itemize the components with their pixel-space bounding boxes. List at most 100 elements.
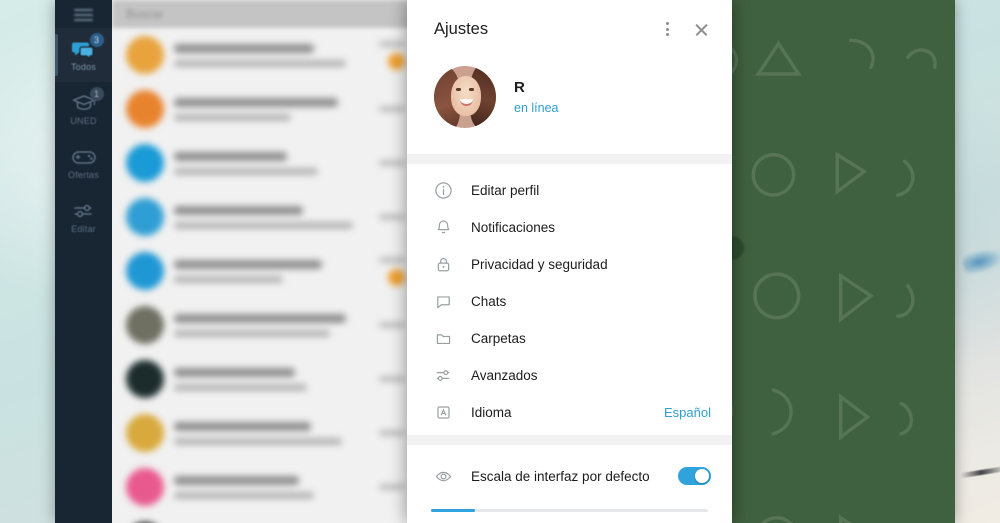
chat-list-item[interactable]	[112, 82, 417, 136]
language-a-icon	[431, 403, 455, 422]
folder-rail: 3 Todos 1 UNED Ofertas Editar	[55, 0, 112, 523]
chat-list-item[interactable]	[112, 298, 417, 352]
chat-avatar	[126, 90, 164, 128]
search-placeholder: Buscar	[126, 7, 164, 21]
gamepad-icon	[71, 146, 97, 168]
menu-item-label: Editar perfil	[471, 183, 540, 198]
chat-avatar	[126, 252, 164, 290]
chat-meta	[379, 376, 405, 382]
scale-slider-fill	[431, 509, 476, 512]
menu-item-avanzados[interactable]: Avanzados	[407, 357, 732, 394]
menu-item-value-idioma[interactable]: Español	[664, 405, 711, 420]
settings-dialog: Ajustes R en línea Editar perfil Notific…	[407, 0, 732, 523]
interface-scale-section: Escala de interfaz por defecto 100%125%1…	[407, 445, 732, 523]
chat-list-pane: Buscar	[112, 0, 417, 523]
chat-preview-text	[174, 97, 369, 121]
unread-badge	[388, 52, 405, 70]
menu-item-editar-perfil[interactable]: Editar perfil	[407, 172, 732, 209]
eye-icon	[431, 467, 455, 486]
folder-icon	[431, 329, 455, 348]
chat-bubble-icon	[431, 292, 455, 311]
chat-preview-text	[174, 475, 369, 499]
chat-list-item[interactable]	[112, 460, 417, 514]
chat-avatar	[126, 306, 164, 344]
settings-menu: Editar perfil Notificaciones Privacidad …	[407, 164, 732, 435]
chat-preview-text	[174, 259, 369, 283]
menu-item-carpetas[interactable]: Carpetas	[407, 320, 732, 357]
chat-list-item[interactable]	[112, 190, 417, 244]
chat-meta	[379, 214, 405, 220]
menu-item-label: Chats	[471, 294, 507, 309]
graduation-cap-icon: 1	[71, 87, 104, 114]
dialog-title: Ajustes	[434, 19, 489, 38]
sidebar-item-todos[interactable]: 3 Todos	[55, 28, 112, 82]
scale-slider[interactable]: 100%125%150%200%250%300%	[407, 493, 732, 523]
menu-item-label: Carpetas	[471, 331, 526, 346]
chat-avatar	[126, 360, 164, 398]
search-input[interactable]: Buscar	[112, 0, 417, 28]
sidebar-item-uned[interactable]: 1 UNED	[55, 82, 112, 136]
menu-item-label: Avanzados	[471, 368, 538, 383]
menu-item-notificaciones[interactable]: Notificaciones	[407, 209, 732, 246]
chat-avatar	[126, 468, 164, 506]
chat-avatar	[126, 414, 164, 452]
menu-item-chats[interactable]: Chats	[407, 283, 732, 320]
avatar	[434, 66, 496, 128]
telegram-window: 3 Todos 1 UNED Ofertas Editar Buscar Aju…	[55, 0, 955, 523]
profile-text: R en línea	[514, 79, 558, 115]
chat-meta	[379, 322, 405, 328]
unread-badge	[388, 268, 405, 286]
chat-meta	[379, 430, 405, 436]
chat-list-item[interactable]	[112, 406, 417, 460]
hamburger-menu-icon[interactable]	[55, 2, 112, 28]
chat-avatar	[126, 198, 164, 236]
menu-item-privacidad-y-seguridad[interactable]: Privacidad y seguridad	[407, 246, 732, 283]
chat-meta	[379, 160, 405, 166]
sidebar-item-label: UNED	[70, 116, 97, 126]
scale-slider-track[interactable]	[431, 509, 708, 512]
sidebar-item-editar[interactable]: Editar	[55, 190, 112, 244]
sidebar-item-label: Todos	[70, 62, 97, 72]
lock-icon	[431, 255, 455, 274]
section-divider	[407, 154, 732, 164]
chat-avatar	[126, 144, 164, 182]
chat-meta	[379, 256, 405, 286]
interface-scale-header: Escala de interfaz por defecto	[407, 459, 732, 493]
chat-list-item[interactable]	[112, 136, 417, 190]
chat-preview-text	[174, 205, 369, 229]
chat-preview-text	[174, 313, 369, 337]
profile-status: en línea	[514, 101, 559, 115]
chat-list-item[interactable]	[112, 352, 417, 406]
chat-preview-text	[174, 367, 369, 391]
badge-count: 3	[89, 33, 104, 47]
chat-list-item[interactable]	[112, 244, 417, 298]
chat-preview-text	[174, 43, 369, 67]
menu-item-idioma[interactable]: Idioma Español	[407, 394, 732, 431]
sidebar-item-label: Ofertas	[68, 170, 99, 180]
chats-bubbles-icon: 3	[71, 33, 104, 60]
profile-block[interactable]: R en línea	[407, 58, 732, 154]
profile-name: R	[514, 79, 525, 96]
menu-item-label: Privacidad y seguridad	[471, 257, 608, 272]
chat-meta	[379, 484, 405, 490]
sidebar-item-ofertas[interactable]: Ofertas	[55, 136, 112, 190]
interface-scale-toggle[interactable]	[678, 467, 711, 485]
close-icon[interactable]	[684, 12, 718, 46]
sidebar-item-label: Editar	[71, 224, 96, 234]
chat-avatar	[126, 36, 164, 74]
chat-preview-text	[174, 151, 369, 175]
chat-list-item[interactable]	[112, 514, 417, 523]
menu-item-label: Notificaciones	[471, 220, 556, 235]
chat-list	[112, 28, 417, 523]
interface-scale-label: Escala de interfaz por defecto	[471, 468, 650, 484]
chat-list-item[interactable]	[112, 28, 417, 82]
chat-meta	[379, 106, 405, 112]
sliders-icon	[431, 366, 455, 385]
more-vertical-icon[interactable]	[650, 12, 684, 46]
bell-icon	[431, 218, 455, 237]
dialog-header: Ajustes	[407, 0, 732, 58]
menu-item-label: Idioma	[471, 405, 512, 420]
chat-preview-text	[174, 421, 369, 445]
badge-count: 1	[89, 87, 104, 101]
sliders-icon	[71, 200, 97, 222]
